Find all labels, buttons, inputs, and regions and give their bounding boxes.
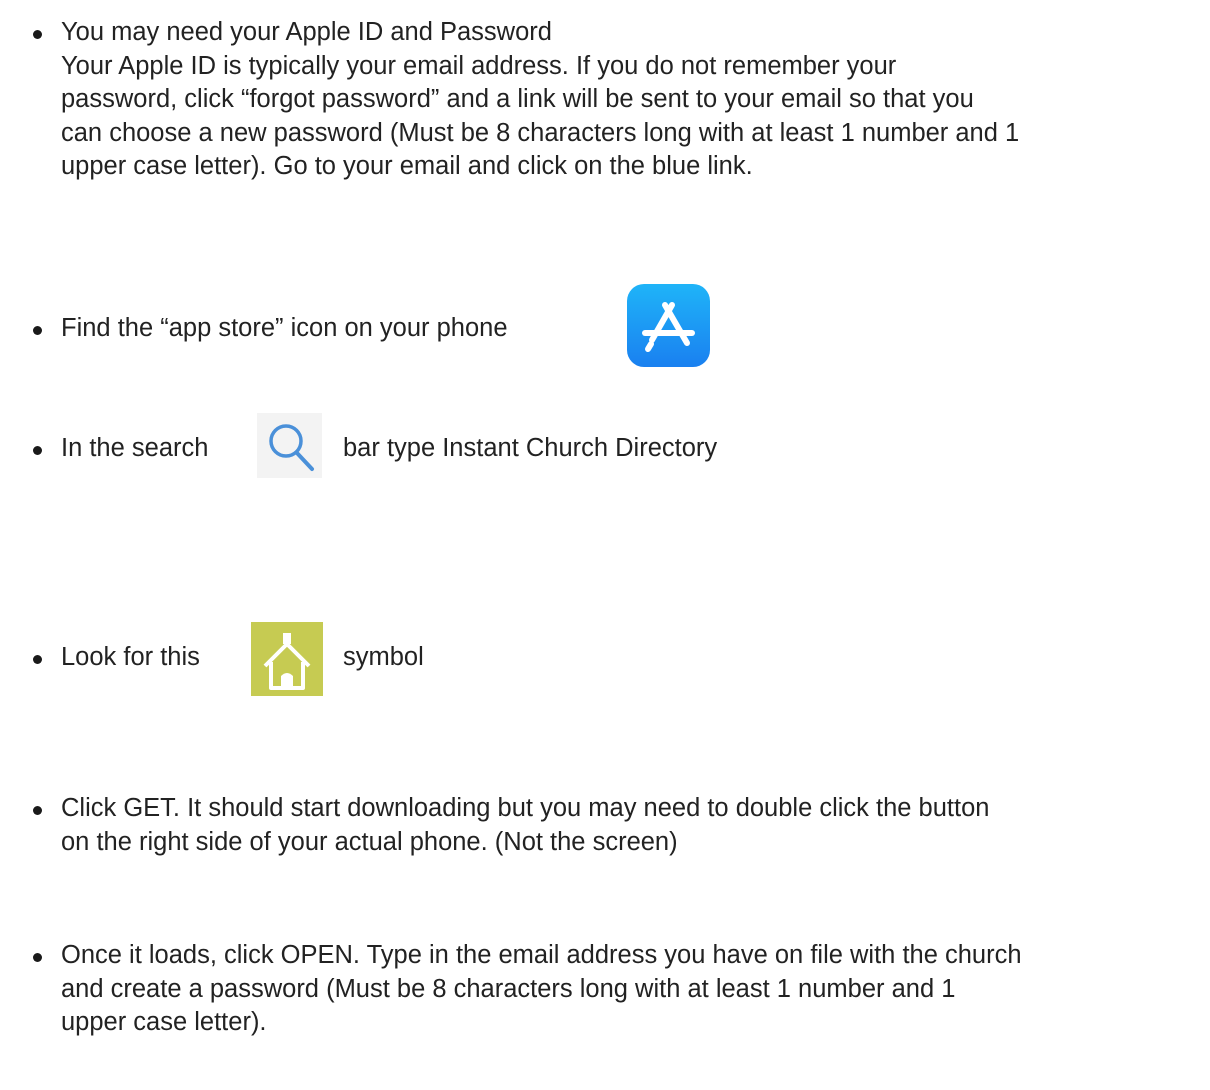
text-line: You may need your Apple ID and Password — [61, 18, 552, 46]
search-icon — [257, 413, 322, 478]
text-line: upper case letter). Go to your email and… — [61, 152, 753, 180]
bullet-icon — [33, 446, 42, 455]
text-line: and create a password (Must be 8 charact… — [61, 974, 956, 1003]
list-item-text-after: symbol — [343, 643, 424, 671]
text-line: on the right side of your actual phone. … — [61, 827, 678, 856]
bullet-icon — [33, 806, 42, 815]
text-line: Once it loads, click OPEN. Type in the e… — [61, 941, 1022, 969]
list-item-text: Click GET. It should start downloading b… — [61, 792, 989, 859]
text-line: can choose a new password (Must be 8 cha… — [61, 118, 1020, 147]
app-store-icon — [627, 284, 710, 367]
bullet-icon — [33, 326, 42, 335]
bullet-icon — [33, 30, 42, 39]
church-directory-icon — [251, 622, 323, 696]
list-item-text: Once it loads, click OPEN. Type in the e… — [61, 939, 1022, 1040]
text-line: upper case letter). — [61, 1008, 267, 1036]
bullet-icon — [33, 953, 42, 962]
bullet-icon — [33, 655, 42, 664]
text-line: Click GET. It should start downloading b… — [61, 794, 990, 822]
list-item-text-before: Look for this — [61, 643, 200, 671]
list-item-text-before: In the search — [61, 434, 209, 462]
text-line: Your Apple ID is typically your email ad… — [61, 51, 897, 80]
text-line: password, click “forgot password” and a … — [61, 85, 974, 113]
list-item-text: Find the “app store” icon on your phone — [61, 314, 508, 342]
list-item-text: You may need your Apple ID and Password … — [61, 16, 1019, 184]
document-page: You may need your Apple ID and Password … — [0, 0, 1210, 1090]
list-item-text-after: bar type Instant Church Directory — [343, 434, 718, 462]
